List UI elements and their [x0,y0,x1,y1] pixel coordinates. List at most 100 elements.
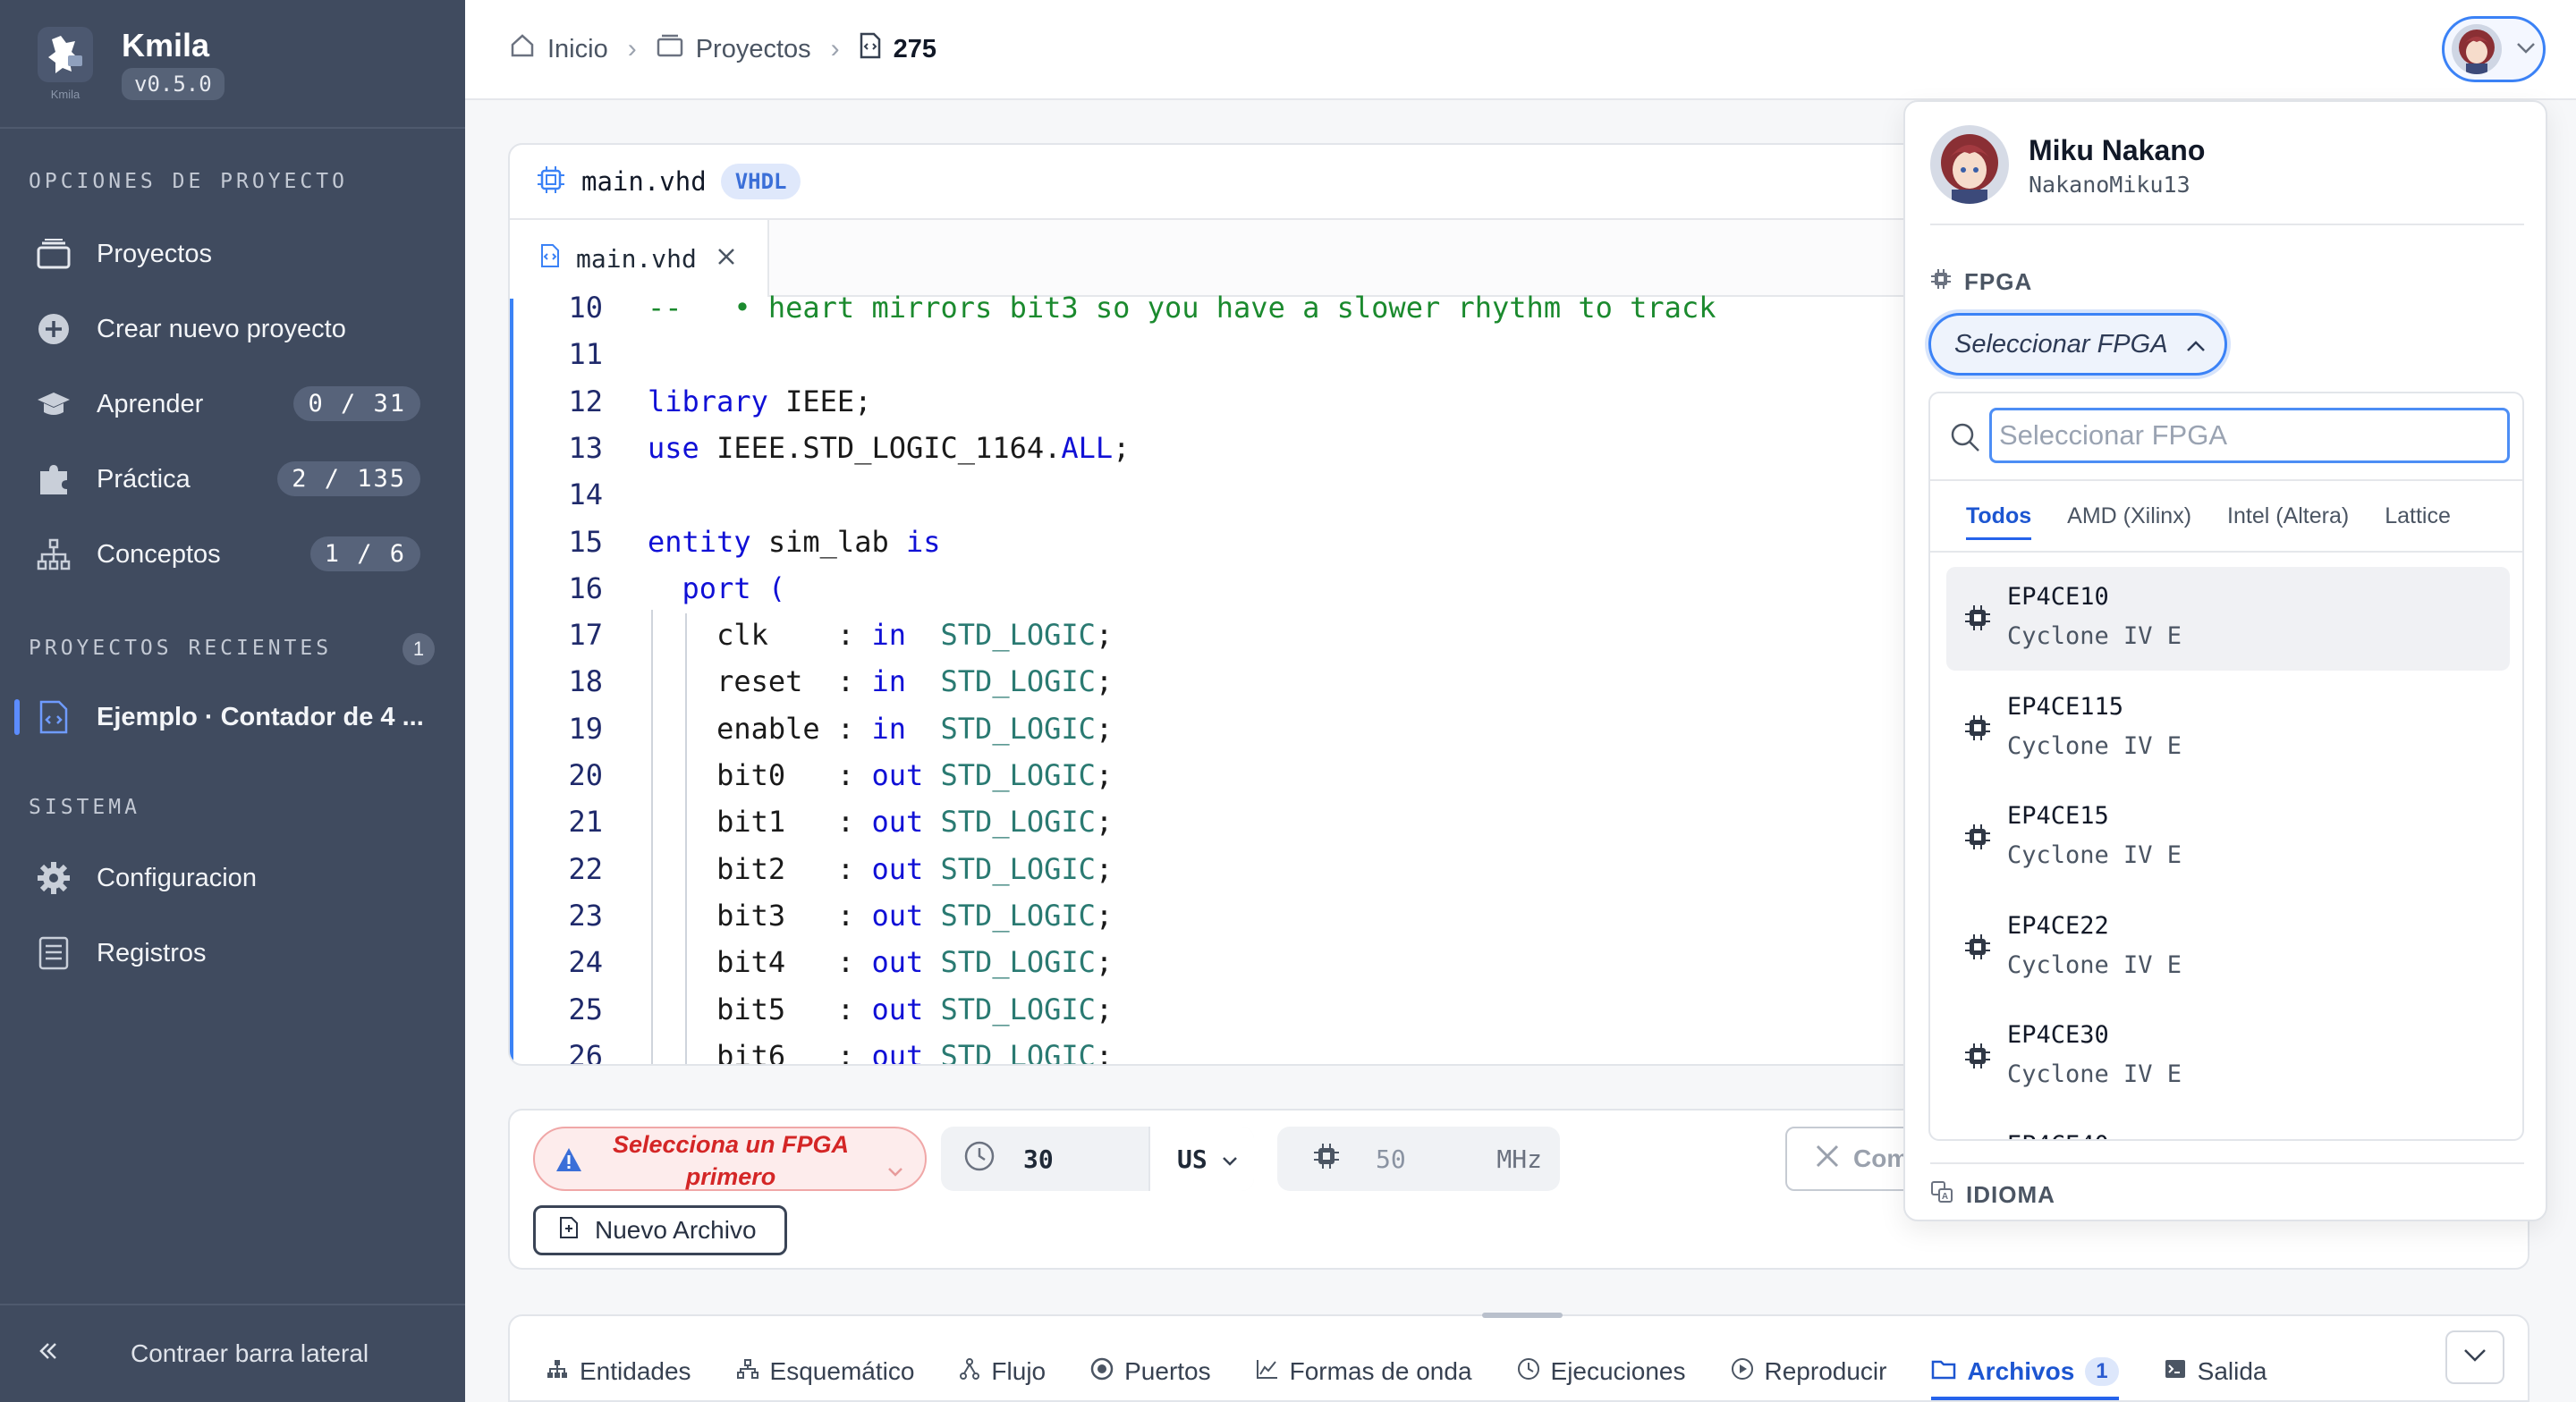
tab-label: Entidades [580,1357,691,1385]
code-text: bit3 : out STD_LOGIC; [648,894,1113,937]
code-token: ; [1095,992,1114,1026]
waveform-icon [1256,1357,1279,1386]
chip-icon [1964,1043,1991,1069]
duration-input[interactable]: 30 [1023,1144,1054,1174]
fpga-warning-select[interactable]: Selecciona un FPGA primero [533,1127,927,1191]
line-number: 26 [568,1038,603,1066]
code-token: -- • heart mirrors bit3 so you have a sl… [648,291,1716,325]
sidebar-item-registros[interactable]: Registros [36,926,429,980]
code-token: bit6 : [648,1038,872,1066]
frequency-input[interactable]: 50 [1376,1144,1406,1174]
time-unit-select[interactable]: US [1148,1127,1254,1191]
brand-name: Kmila [122,27,210,63]
resize-handle[interactable] [1482,1313,1563,1318]
tab-label: Archivos [1967,1357,2075,1385]
breadcrumb-inicio[interactable]: Inicio [510,33,608,65]
tab-reproducir[interactable]: Reproducir [1731,1348,1887,1395]
collapse-label: Contraer barra lateral [131,1339,369,1367]
new-file-button[interactable]: Nuevo Archivo [533,1205,787,1255]
code-text: bit4 : out STD_LOGIC; [648,941,1113,984]
chip-icon [1964,823,1991,850]
tab-salida[interactable]: Salida [2164,1348,2267,1395]
fpga-option[interactable]: EP4CE30 Cyclone IV E [1946,1005,2510,1109]
sidebar-item-practica[interactable]: Práctica 2 / 135 [36,452,429,506]
code-token: STD_LOGIC [940,945,1096,980]
tab-puertos[interactable]: Puertos [1090,1348,1211,1395]
vendor-tab[interactable]: Todos [1966,503,2032,540]
code-token: ; [1095,851,1114,886]
file-plus-icon [559,1216,579,1246]
toggle-panel-button[interactable] [2445,1330,2504,1384]
fpga-select-button[interactable]: Seleccionar FPGA [1928,313,2227,376]
fpga-option[interactable]: EP4CE22 Cyclone IV E [1946,896,2510,1000]
language-section-label[interactable]: A IDIOMA [1930,1180,2055,1210]
sidebar-item-label: Configuracion [97,863,257,892]
fpga-search-input[interactable]: Seleccionar FPGA [1989,408,2510,463]
code-token: STD_LOGIC [940,992,1096,1026]
indent-guide [651,609,653,1064]
vendor-tab[interactable]: AMD (Xilinx) [2067,503,2191,529]
user-menu-button[interactable] [2442,16,2546,82]
tab-flujo[interactable]: Flujo [959,1348,1046,1395]
vendor-tabs: Todos AMD (Xilinx) Intel (Altera) Lattice [1930,479,2522,553]
progress-count: 1 / 6 [309,536,420,571]
vendor-tab[interactable]: Lattice [2385,503,2451,529]
code-token: out [871,992,924,1026]
terminal-icon [2164,1357,2187,1386]
line-number: 23 [568,898,603,933]
clock-icon [964,1141,995,1178]
tab-ejecuciones[interactable]: Ejecuciones [1517,1348,1686,1395]
section-recent-projects: PROYECTOS RECIENTES [29,637,333,660]
vendor-tab[interactable]: Intel (Altera) [2227,503,2349,529]
tab-entidades[interactable]: Entidades [546,1348,691,1395]
fpga-section-text: FPGA [1964,268,2033,295]
folder-icon [1931,1357,1956,1386]
code-token: port ( [682,570,786,605]
code-token: STD_LOGIC [940,618,1096,653]
breadcrumb-label: Inicio [547,34,608,63]
code-token: in [871,618,906,653]
sidebar-item-crear[interactable]: Crear nuevo proyecto [36,302,429,356]
compile-button[interactable]: Com [1785,1127,1919,1191]
code-file-icon [540,243,560,274]
code-token: ; [1095,945,1114,980]
sidebar-item-aprender[interactable]: Aprender 0 / 31 [36,377,429,431]
code-text: bit5 : out STD_LOGIC; [648,988,1113,1031]
bottom-tabs: Entidades Esquemático Flujo Puertos Formas d… [546,1348,2311,1400]
tab-esquem-tico[interactable]: Esquemático [736,1348,914,1395]
plus-circle-icon [36,311,72,347]
sidebar-item-configuracion[interactable]: Configuracion [36,851,429,905]
tab-formas-de-onda[interactable]: Formas de onda [1256,1348,1472,1395]
tab-label: Formas de onda [1289,1357,1472,1385]
line-number: 17 [568,618,603,653]
sidebar-item-proyectos[interactable]: Proyectos [36,227,429,281]
brand[interactable]: Kmila Kmila v0.5.0 [36,25,429,106]
version-badge: v0.5.0 [122,68,225,100]
code-text: bit2 : out STD_LOGIC; [648,848,1113,891]
code-text: entity sim_lab is [648,520,941,563]
fpga-name: EP4CE40 [2007,1131,2109,1140]
warning-icon [555,1146,583,1181]
code-token: ALL [1061,430,1114,465]
fpga-option[interactable]: EP4CE15 Cyclone IV E [1946,786,2510,890]
code-token: use [648,430,699,465]
collapse-sidebar-button[interactable]: Contraer barra lateral [0,1304,465,1402]
fpga-option[interactable]: EP4CE10 Cyclone IV E [1946,567,2510,671]
fpga-option[interactable]: EP4CE40 [1946,1115,2510,1140]
tab-label: Ejecuciones [1550,1357,1686,1385]
close-icon[interactable] [716,244,736,273]
breadcrumb-proyectos[interactable]: Proyectos [657,34,811,64]
chip-icon [1930,268,1952,296]
tab-archivos[interactable]: Archivos 1 [1931,1348,2119,1400]
fpga-section-label: FPGA [1930,268,2032,296]
fpga-option[interactable]: EP4CE115 Cyclone IV E [1946,677,2510,781]
code-token: ; [1095,758,1114,792]
sidebar-item-conceptos[interactable]: Conceptos 1 / 6 [36,528,429,581]
recent-project-item[interactable]: Ejemplo · Contador de 4 ... [36,690,429,744]
code-text: bit0 : out STD_LOGIC; [648,754,1113,797]
tab-label: Reproducir [1764,1357,1887,1385]
